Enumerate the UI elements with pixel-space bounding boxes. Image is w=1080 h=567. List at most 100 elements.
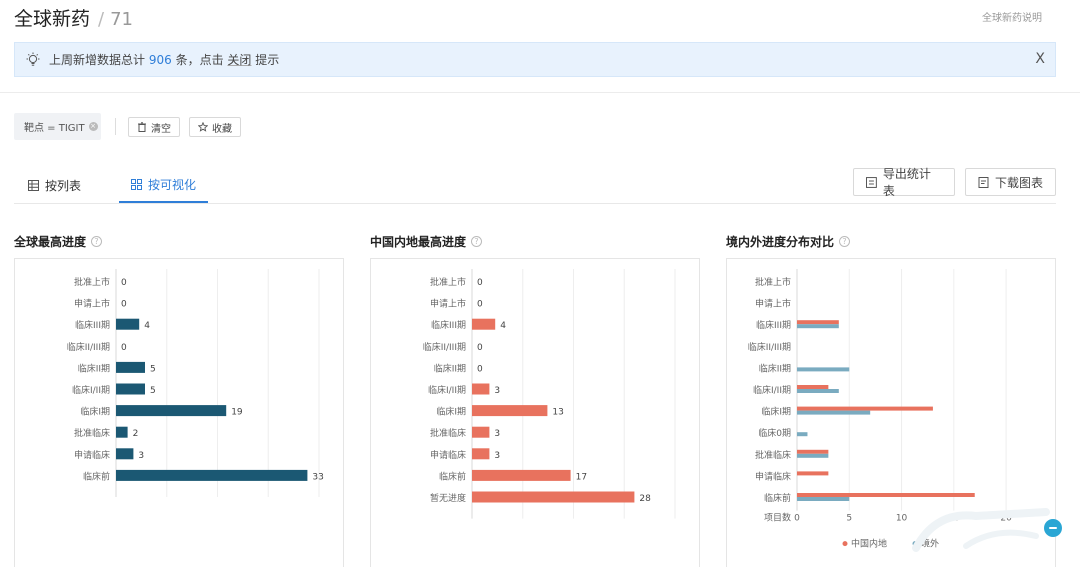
bar [472, 469, 571, 481]
bar [797, 471, 829, 476]
bar [797, 453, 829, 458]
bar [116, 448, 134, 460]
chart-title-global-text: 全球最高进度 [14, 235, 87, 249]
category-label: 临床I/II期 [428, 384, 466, 396]
bar [797, 389, 839, 393]
data-label: 0 [477, 278, 483, 288]
tick-label: 0 [794, 514, 800, 524]
download-chart-button[interactable]: 下载图表 [965, 168, 1056, 196]
category-label: 临床I期 [436, 406, 466, 418]
bar [797, 367, 850, 372]
category-label: 批准临床 [755, 449, 791, 461]
category-label: 临床I期 [761, 406, 791, 418]
legend-swatch [842, 541, 848, 547]
bar [472, 448, 490, 460]
export-button[interactable]: 导出统计表 [853, 167, 955, 198]
chat-bubble-icon[interactable] [1044, 519, 1062, 537]
category-label: 批准上市 [74, 276, 110, 288]
close-icon[interactable]: X [1035, 51, 1045, 67]
category-label: 批准上市 [430, 276, 466, 288]
help-icon[interactable]: ? [91, 236, 103, 247]
chart-global: 批准上市 0 申请上市 0 临床III期 4 临床II/III期 0 临床II期 5 临床I/II期… [67, 269, 324, 497]
filter-chip-target[interactable]: 靶点 = TIGIT × [14, 113, 101, 140]
help-link[interactable]: 全球新药说明 [982, 9, 1042, 24]
category-label: 临床II/III期 [423, 341, 466, 353]
tab-visual-label: 按可视化 [147, 177, 196, 192]
bar [797, 432, 808, 437]
notice-tail: 提示 [255, 53, 280, 67]
chart-title-china: 中国内地最高进度 ? [370, 233, 483, 250]
help-icon[interactable]: ? [471, 236, 483, 247]
category-label: 批准临床 [430, 427, 466, 439]
data-label: 3 [138, 451, 144, 461]
page-title: 全球新药 / 71 [14, 4, 133, 30]
chart-panel-china: 批准上市 0 申请上市 0 临床III期 4 临床II/III期 0 临床II期 0 临床I/II期… [370, 258, 700, 567]
notice-message: 上周新增数据总计 906 条，点击 关闭 提示 [49, 51, 279, 68]
notice-bar: 上周新增数据总计 906 条，点击 关闭 提示 X [14, 42, 1056, 77]
category-label: 临床II/III期 [748, 341, 791, 353]
category-label: 临床II期 [434, 362, 466, 374]
bar [472, 426, 490, 438]
remove-filter-icon[interactable]: × [88, 122, 98, 131]
category-label: 临床III期 [75, 319, 110, 331]
category-label: 临床I/II期 [753, 384, 791, 396]
bar [116, 405, 227, 417]
watermark-logo [912, 508, 1050, 552]
star-icon [198, 122, 208, 132]
category-label: 申请临床 [74, 449, 110, 461]
category-label: 批准上市 [755, 276, 791, 288]
tab-underline [14, 203, 1056, 204]
bar [116, 469, 308, 481]
result-count: 71 [110, 9, 133, 30]
category-label: 临床0期 [758, 427, 791, 439]
category-label: 临床前 [764, 492, 791, 504]
clear-button[interactable]: 清空 [128, 117, 180, 137]
filter-chip-label: 靶点 = TIGIT [24, 123, 85, 134]
bar [797, 497, 850, 501]
data-label: 0 [121, 278, 127, 288]
category-label: 临床II期 [759, 362, 791, 374]
bar [116, 383, 145, 395]
axis-label: 项目数 [764, 512, 791, 524]
data-label: 4 [144, 321, 150, 331]
notice-close-link[interactable]: 关闭 [227, 53, 251, 67]
bar [116, 426, 128, 438]
category-label: 临床III期 [431, 319, 466, 331]
chart-title-global: 全球最高进度 ? [14, 233, 103, 250]
chart-title-compare-text: 境内外进度分布对比 [726, 235, 835, 249]
download-icon [978, 176, 989, 188]
data-label: 28 [639, 494, 651, 504]
data-label: 3 [494, 429, 500, 439]
data-label: 13 [552, 408, 563, 418]
download-chart-button-label: 下载图表 [995, 175, 1044, 190]
bar [116, 318, 140, 330]
help-icon[interactable]: ? [839, 236, 851, 247]
notice-suffix: 条，点击 [175, 53, 224, 67]
tab-list[interactable]: 按列表 [28, 167, 108, 203]
tab-visual[interactable]: 按可视化 [119, 167, 208, 203]
bar [472, 491, 635, 503]
lightbulb-icon [26, 52, 40, 66]
data-label: 5 [150, 386, 156, 396]
category-label: 临床II期 [78, 362, 110, 374]
data-label: 3 [494, 451, 500, 461]
title-separator: / [98, 9, 105, 30]
favorite-button-label: 收藏 [212, 123, 232, 135]
favorite-button[interactable]: 收藏 [189, 117, 241, 137]
category-label: 临床前 [439, 470, 466, 482]
filter-divider [115, 118, 116, 135]
category-label: 申请上市 [755, 298, 791, 310]
notice-number: 906 [148, 53, 172, 67]
data-label: 0 [121, 300, 127, 310]
bar [797, 320, 839, 325]
data-label: 4 [500, 321, 506, 331]
category-label: 临床I期 [80, 406, 110, 418]
header-divider [0, 92, 1080, 93]
data-label: 33 [312, 472, 323, 482]
table-icon [28, 179, 39, 191]
data-label: 17 [576, 472, 587, 482]
data-label: 2 [133, 429, 139, 439]
category-label: 临床I/II期 [72, 384, 110, 396]
bar [797, 449, 829, 454]
data-label: 3 [494, 386, 500, 396]
